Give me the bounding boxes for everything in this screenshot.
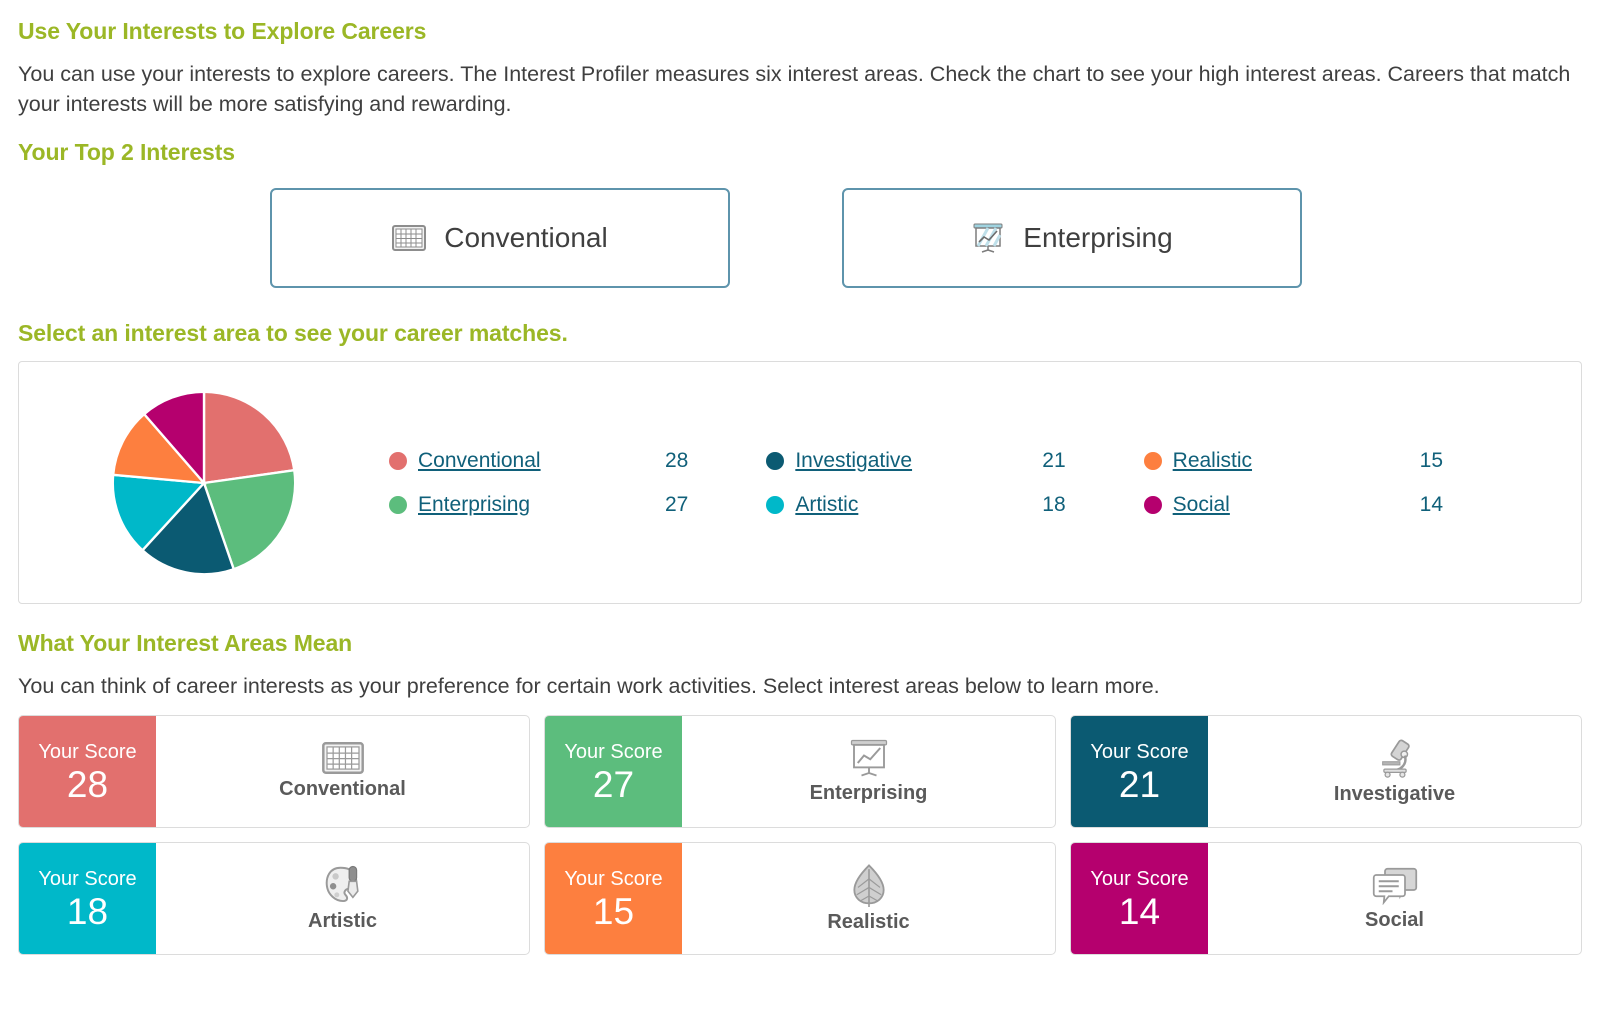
pie-chart[interactable] (19, 388, 389, 578)
leaf-icon (850, 863, 888, 907)
score-label: Your Score (38, 741, 137, 763)
card-title: Artistic (308, 910, 377, 932)
score-block: Your Score 18 (19, 843, 156, 954)
interest-chart-panel: Conventional 28 Investigative 21 Realistic 15… (18, 361, 1582, 604)
card-body: Enterprising (682, 716, 1055, 827)
legend-score: 14 (1419, 492, 1443, 516)
legend-label-link[interactable]: Conventional (418, 449, 541, 473)
card-body: Realistic (682, 843, 1055, 954)
legend-score: 18 (1042, 492, 1066, 516)
top-interest-label: Conventional (444, 222, 608, 253)
top-interests-heading: Your Top 2 Interests (18, 139, 235, 165)
interest-score-cards: Your Score 28 Conventional Your Score 27 Ente… (18, 715, 1582, 955)
legend-item-realistic[interactable]: Realistic 15 (1143, 439, 1521, 483)
legend-label-link[interactable]: Artistic (795, 493, 858, 517)
page-title: Use Your Interests to Explore Careers (18, 18, 427, 44)
legend-color-dot (1143, 495, 1162, 514)
presentation-chart-icon (971, 222, 1005, 254)
card-body: Conventional (156, 716, 529, 827)
score-block: Your Score 21 (1071, 716, 1208, 827)
legend-color-dot (389, 495, 407, 514)
card-title: Enterprising (809, 782, 928, 804)
presentation-chart-icon (847, 738, 891, 778)
meaning-heading: What Your Interest Areas Mean (18, 630, 353, 656)
score-block: Your Score 15 (545, 843, 682, 954)
score-value: 14 (1118, 891, 1161, 932)
interest-card-investigative[interactable]: Your Score 21 Investigative (1070, 715, 1582, 828)
legend-color-dot (389, 451, 407, 470)
keyboard-icon (321, 742, 365, 774)
legend-label-link[interactable]: Enterprising (418, 493, 530, 517)
legend-item-enterprising[interactable]: Enterprising 27 (389, 483, 766, 527)
interest-card-artistic[interactable]: Your Score 18 Artistic (18, 842, 530, 955)
interest-card-conventional[interactable]: Your Score 28 Conventional (18, 715, 530, 828)
score-label: Your Score (1090, 868, 1189, 890)
score-value: 18 (66, 891, 109, 932)
chart-legend: Conventional 28 Investigative 21 Realistic 15… (389, 439, 1581, 527)
select-interest-prompt: Select an interest area to see your care… (18, 320, 568, 346)
legend-score: 21 (1042, 448, 1066, 472)
score-value: 15 (592, 891, 635, 932)
card-body: Investigative (1208, 716, 1581, 827)
legend-item-investigative[interactable]: Investigative 21 (766, 439, 1143, 483)
microscope-icon (1373, 737, 1417, 779)
legend-score: 27 (664, 492, 689, 516)
top-interest-label: Enterprising (1023, 222, 1173, 253)
top-interests-row: Conventional Enterprising (270, 188, 1582, 288)
score-value: 21 (1118, 764, 1161, 805)
score-block: Your Score 27 (545, 716, 682, 827)
intro-paragraph: You can use your interests to explore ca… (18, 62, 1571, 116)
legend-label-link[interactable]: Realistic (1173, 449, 1252, 473)
legend-score: 28 (664, 448, 689, 472)
score-label: Your Score (564, 741, 663, 763)
legend-item-artistic[interactable]: Artistic 18 (766, 483, 1143, 527)
interest-card-realistic[interactable]: Your Score 15 Realistic (544, 842, 1056, 955)
card-body: Social (1208, 843, 1581, 954)
palette-icon (323, 864, 363, 906)
pie-slice-conventional[interactable] (202, 390, 296, 484)
score-label: Your Score (1090, 741, 1189, 763)
legend-item-social[interactable]: Social 14 (1143, 483, 1521, 527)
card-title: Social (1365, 909, 1424, 931)
card-title: Conventional (279, 778, 406, 800)
keyboard-icon (392, 225, 427, 251)
legend-color-dot (766, 451, 785, 470)
score-block: Your Score 28 (19, 716, 156, 827)
score-block: Your Score 14 (1071, 843, 1208, 954)
legend-item-conventional[interactable]: Conventional 28 (389, 439, 766, 483)
card-body: Artistic (156, 843, 529, 954)
speech-bubbles-icon (1372, 865, 1418, 905)
pie-chart-svg[interactable] (109, 388, 299, 578)
interest-card-social[interactable]: Your Score 14 Social (1070, 842, 1582, 955)
interest-profiler-results: Use Your Interests to Explore Careers Yo… (0, 0, 1600, 955)
card-title: Realistic (827, 911, 910, 933)
top-interest-card-enterprising[interactable]: Enterprising (842, 188, 1302, 288)
score-label: Your Score (38, 868, 137, 890)
legend-color-dot (766, 495, 785, 514)
legend-score: 15 (1419, 448, 1443, 472)
score-label: Your Score (564, 868, 663, 890)
top-interest-card-conventional[interactable]: Conventional (270, 188, 730, 288)
legend-label-link[interactable]: Social (1173, 493, 1230, 517)
score-value: 27 (592, 764, 635, 805)
interest-card-enterprising[interactable]: Your Score 27 Enterprising (544, 715, 1056, 828)
legend-label-link[interactable]: Investigative (795, 449, 912, 473)
legend-color-dot (1143, 451, 1162, 470)
score-value: 28 (66, 764, 109, 805)
card-title: Investigative (1333, 783, 1456, 805)
meaning-paragraph: You can think of career interests as you… (18, 674, 1160, 698)
